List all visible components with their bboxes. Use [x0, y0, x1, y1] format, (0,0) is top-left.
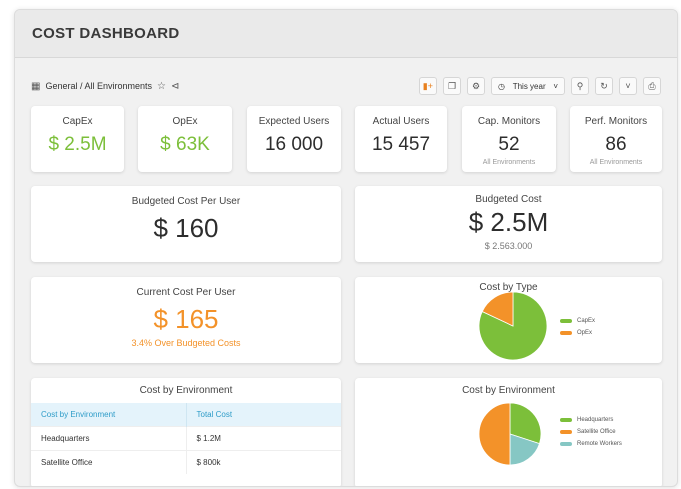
table-cell: $ 1.2M: [186, 426, 341, 451]
copy-icon[interactable]: ❐: [443, 77, 461, 95]
settings-icon[interactable]: ⚙: [467, 77, 485, 95]
legend-swatch: [560, 430, 572, 434]
kpi-value: 15 457: [371, 134, 431, 155]
kpi-value: $ 63K: [160, 134, 210, 155]
table-cell: $ 800k: [186, 450, 341, 474]
legend-swatch: [560, 331, 572, 335]
budgeted-cost-card[interactable]: Budgeted Cost $ 2.5M $ 2.563.000: [355, 186, 662, 262]
chevron-down-icon: ˅: [553, 81, 558, 91]
cost-by-environment-table-card: Cost by Environment Cost by Environment …: [31, 378, 341, 486]
cost-by-type-card[interactable]: Cost by Type CapEx OpEx: [355, 277, 662, 363]
cost-by-type-legend: CapEx OpEx: [560, 315, 595, 339]
card-subtitle: $ 2.563.000: [484, 241, 533, 251]
kpi-value: 16 000: [264, 134, 324, 155]
cost-by-environment-table: Cost by Environment Total Cost Headquart…: [31, 403, 341, 474]
card-label: Current Cost Per User: [136, 287, 236, 298]
legend-item[interactable]: CapEx: [560, 315, 595, 327]
kpi-value: 86: [605, 134, 627, 155]
column-header[interactable]: Total Cost: [186, 403, 341, 427]
period-label: This year: [512, 81, 546, 91]
cost-by-type-pie: [478, 291, 548, 361]
card-value: $ 2.5M: [468, 207, 549, 237]
table-cell: Headquarters: [31, 426, 187, 451]
pie-slice-satellite-office[interactable]: [478, 402, 511, 466]
period-select[interactable]: ◷ This year ˅: [491, 77, 565, 95]
kpi-perf-monitors[interactable]: Perf. Monitors 86 All Environments: [570, 106, 662, 172]
card-value: $ 165: [153, 304, 219, 334]
refresh-options-chevron-icon[interactable]: ˅: [619, 77, 637, 95]
table-cell: Satellite Office: [31, 450, 187, 474]
kpi-subtitle: All Environments: [589, 159, 643, 166]
legend-item[interactable]: Remote Workers: [560, 438, 622, 450]
card-value: $ 160: [153, 213, 219, 243]
kpi-actual-users[interactable]: Actual Users 15 457: [355, 106, 447, 172]
legend-item[interactable]: OpEx: [560, 327, 595, 339]
kpi-capex[interactable]: CapEx $ 2.5M: [31, 106, 124, 172]
legend-label: Satellite Office: [577, 429, 616, 435]
kpi-subtitle: All Environments: [482, 159, 536, 166]
legend-label: OpEx: [577, 330, 593, 336]
toolbar: ▦ General / All Environments ☆ ⊲ ▮+ ❐ ⚙ …: [15, 74, 677, 98]
current-cost-per-user-card[interactable]: Current Cost Per User $ 165 3.4% Over Bu…: [31, 277, 341, 363]
chart-add-icon[interactable]: ▮+: [418, 77, 437, 95]
star-icon[interactable]: ☆: [157, 81, 166, 92]
table-title: Cost by Environment: [139, 385, 233, 396]
kpi-label: Perf. Monitors: [584, 116, 648, 127]
dashboard-window: COST DASHBOARD ▦ General / All Environme…: [14, 9, 678, 487]
table-row[interactable]: Headquarters $ 1.2M: [31, 426, 341, 451]
kpi-value: 52: [498, 134, 520, 155]
legend-item[interactable]: Satellite Office: [560, 426, 622, 438]
column-header[interactable]: Cost by Environment: [31, 403, 187, 427]
breadcrumb[interactable]: ▦ General / All Environments ☆ ⊲: [31, 81, 179, 92]
zoom-icon[interactable]: ⚲: [571, 77, 589, 95]
refresh-icon[interactable]: ↻: [595, 77, 613, 95]
cost-by-environment-pie: [478, 402, 542, 466]
card-subtitle: 3.4% Over Budgeted Costs: [131, 338, 241, 348]
dashboard-header: COST DASHBOARD: [15, 10, 677, 58]
kpi-expected-users[interactable]: Expected Users 16 000: [247, 106, 341, 172]
cost-by-environment-legend: Headquarters Satellite Office Remote Wor…: [560, 414, 622, 450]
toolbar-actions: ▮+ ❐ ⚙ ◷ This year ˅ ⚲ ↻ ˅ ⎙: [418, 77, 661, 95]
clock-icon: ◷: [498, 81, 505, 91]
legend-swatch: [560, 418, 572, 422]
kpi-label: Expected Users: [258, 116, 330, 127]
kpi-label: Actual Users: [372, 116, 430, 127]
card-label: Budgeted Cost Per User: [131, 196, 241, 207]
grid-icon: ▦: [31, 80, 41, 92]
card-label: Budgeted Cost: [475, 194, 542, 205]
page-title: COST DASHBOARD: [32, 25, 180, 42]
legend-swatch: [560, 442, 572, 446]
legend-swatch: [560, 319, 572, 323]
breadcrumb-label: General / All Environments: [45, 81, 153, 91]
kpi-label: OpEx: [172, 116, 198, 127]
print-icon[interactable]: ⎙: [643, 77, 661, 95]
kpi-value: $ 2.5M: [48, 134, 107, 155]
table-row[interactable]: Satellite Office $ 800k: [31, 450, 341, 474]
share-icon[interactable]: ⊲: [171, 81, 179, 92]
legend-label: CapEx: [577, 318, 596, 324]
budgeted-cost-per-user-card[interactable]: Budgeted Cost Per User $ 160: [31, 186, 341, 262]
cost-by-environment-chart-card[interactable]: Cost by Environment Headquarters Satelli…: [355, 378, 662, 486]
kpi-label: Cap. Monitors: [477, 116, 541, 127]
legend-label: Headquarters: [577, 417, 614, 423]
legend-item[interactable]: Headquarters: [560, 414, 622, 426]
kpi-opex[interactable]: OpEx $ 63K: [138, 106, 232, 172]
legend-label: Remote Workers: [577, 441, 622, 447]
kpi-cap-monitors[interactable]: Cap. Monitors 52 All Environments: [462, 106, 556, 172]
kpi-label: CapEx: [62, 116, 93, 127]
chart-title: Cost by Environment: [462, 385, 555, 396]
